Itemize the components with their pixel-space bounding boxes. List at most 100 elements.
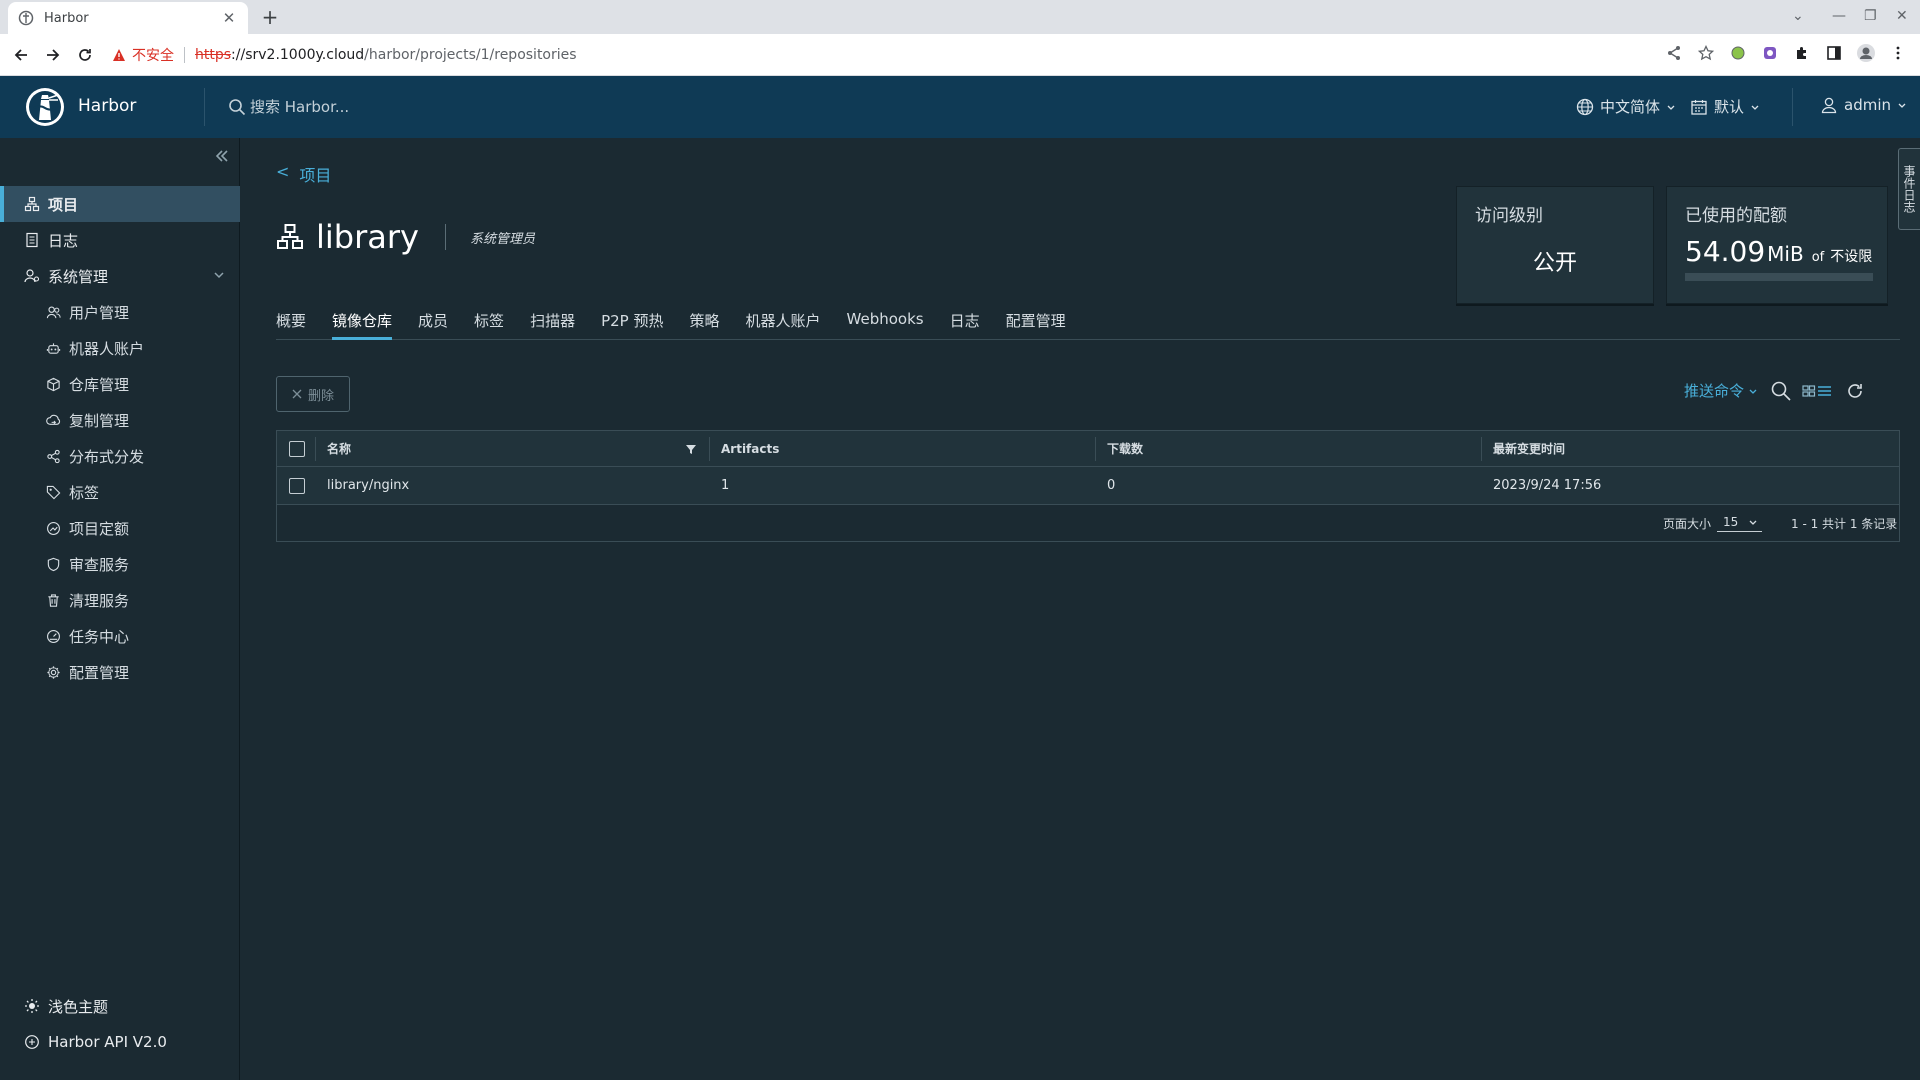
quota-icon — [47, 521, 60, 535]
tab-close-icon[interactable]: ✕ — [220, 9, 238, 27]
push-command-dropdown[interactable]: 推送命令 — [1684, 380, 1758, 401]
tab-members[interactable]: 成员 — [418, 304, 448, 339]
theme-toggle[interactable]: 浅色主题 — [0, 988, 240, 1024]
reload-icon[interactable] — [74, 44, 96, 66]
column-separator — [709, 437, 710, 461]
search-icon — [229, 98, 246, 115]
collapse-sidebar-icon[interactable] — [212, 146, 232, 166]
tab-policy[interactable]: 策略 — [689, 304, 719, 339]
tab-search-icon[interactable]: ⌄ — [1792, 8, 1804, 24]
title-divider — [444, 224, 446, 250]
tab-repositories[interactable]: 镜像仓库 — [332, 304, 393, 340]
tab-webhooks[interactable]: Webhooks — [847, 304, 924, 339]
event-log-side-tab[interactable]: 事件日志 — [1898, 148, 1920, 230]
filter-icon[interactable] — [685, 443, 697, 455]
tab-logs[interactable]: 日志 — [950, 304, 980, 339]
restore-icon[interactable]: ❐ — [1864, 8, 1877, 24]
refresh-icon[interactable] — [1844, 380, 1866, 402]
app-brand[interactable]: Harbor — [78, 96, 136, 116]
security-warning[interactable]: 不安全 — [112, 45, 174, 65]
sidebar-item-clean-up[interactable]: 清理服务 — [0, 582, 240, 618]
side-panel-icon[interactable] — [1824, 43, 1844, 63]
language-selector[interactable]: 中文简体 — [1576, 96, 1676, 117]
logs-icon — [26, 232, 38, 248]
sidebar-item-replications[interactable]: 复制管理 — [0, 402, 240, 438]
window-close-icon[interactable]: ✕ — [1896, 8, 1908, 24]
sidebar-nav: 项目 日志 系统管理 用户管理 机器人账户 仓库管理 复制管理 分布式分发 标签… — [0, 186, 240, 690]
table-footer: 页面大小 15 1 - 1 共计 1 条记录 — [277, 505, 1899, 542]
share-page-icon[interactable] — [1664, 43, 1684, 63]
project-role: 系统管理员 — [469, 231, 535, 247]
column-header-name[interactable]: 名称 — [327, 431, 351, 466]
search-input[interactable]: 搜索 Harbor... — [250, 96, 349, 117]
new-tab-button[interactable]: + — [258, 6, 282, 30]
repository-name-link[interactable]: library/nginx — [327, 467, 409, 504]
address-bar[interactable]: 不安全 https://srv2.1000y.cloud/harbor/proj… — [112, 39, 1672, 71]
sidebar-item-configuration[interactable]: 配置管理 — [0, 654, 240, 690]
minimize-icon[interactable]: — — [1832, 8, 1846, 24]
sidebar-item-distributions[interactable]: 分布式分发 — [0, 438, 240, 474]
select-all-checkbox[interactable] — [289, 431, 305, 466]
browser-menu-icon[interactable] — [1888, 43, 1908, 63]
extension-green-icon[interactable] — [1728, 43, 1748, 63]
sidebar: 项目 日志 系统管理 用户管理 机器人账户 仓库管理 复制管理 分布式分发 标签… — [0, 138, 240, 1080]
sidebar-item-projects[interactable]: 项目 — [0, 186, 240, 222]
toolbar-icons — [1664, 43, 1908, 63]
delete-button[interactable]: 删除 — [276, 376, 350, 412]
sidebar-item-robot-accounts[interactable]: 机器人账户 — [0, 330, 240, 366]
sidebar-item-project-quotas[interactable]: 项目定额 — [0, 510, 240, 546]
project-title: library 系统管理员 — [276, 218, 535, 256]
tab-scanner[interactable]: 扫描器 — [530, 304, 575, 339]
column-header-updated[interactable]: 最新变更时间 — [1493, 431, 1565, 466]
datetime-format-selector[interactable]: 默认 — [1690, 96, 1760, 117]
tab-p2p-preheat[interactable]: P2P 预热 — [601, 304, 663, 339]
user-icon — [1821, 97, 1837, 114]
harbor-logo-icon[interactable] — [24, 86, 66, 128]
sidebar-item-administration[interactable]: 系统管理 — [0, 258, 240, 294]
extensions-puzzle-icon[interactable] — [1792, 43, 1812, 63]
extension-purple-icon[interactable] — [1760, 43, 1780, 63]
user-menu[interactable]: admin — [1820, 96, 1907, 114]
calendar-icon — [1691, 99, 1707, 115]
grid-list-toggle-icon[interactable] — [1802, 380, 1834, 402]
sun-icon — [25, 999, 39, 1013]
global-search[interactable]: 搜索 Harbor... — [228, 96, 349, 117]
tab-summary[interactable]: 概要 — [276, 304, 306, 339]
table-row[interactable]: library/nginx 1 0 2023/9/24 17:56 — [277, 467, 1899, 505]
sidebar-item-users[interactable]: 用户管理 — [0, 294, 240, 330]
column-separator — [1481, 437, 1482, 461]
breadcrumb-back[interactable]: < 项目 — [276, 162, 331, 186]
bookmark-star-icon[interactable] — [1696, 43, 1716, 63]
row-checkbox[interactable] — [289, 467, 305, 504]
forward-arrow-icon[interactable] — [42, 44, 64, 66]
browser-tab[interactable]: Harbor ✕ — [8, 2, 248, 34]
tab-robot-accounts[interactable]: 机器人账户 — [746, 304, 821, 339]
sidebar-item-logs[interactable]: 日志 — [0, 222, 240, 258]
search-icon[interactable] — [1770, 380, 1792, 402]
sidebar-subitem-label: 任务中心 — [69, 627, 130, 646]
tab-labels[interactable]: 标签 — [474, 304, 504, 339]
sidebar-item-registries[interactable]: 仓库管理 — [0, 366, 240, 402]
page-size-select[interactable]: 15 — [1717, 515, 1763, 532]
tab-configuration[interactable]: 配置管理 — [1006, 304, 1066, 339]
sidebar-item-interrogation[interactable]: 审查服务 — [0, 546, 240, 582]
chevron-down-icon — [1667, 105, 1675, 110]
datetime-format-label: 默认 — [1714, 98, 1745, 116]
column-header-pulls[interactable]: 下载数 — [1107, 431, 1143, 466]
sidebar-item-labels[interactable]: 标签 — [0, 474, 240, 510]
shield-icon — [47, 557, 60, 571]
access-level-value: 公开 — [1532, 251, 1577, 276]
sidebar-footer: 浅色主题 Harbor API V2.0 — [0, 988, 240, 1060]
sidebar-subitem-label: 机器人账户 — [69, 339, 145, 358]
url-host: ://srv2.1000y.cloud — [231, 47, 365, 63]
close-icon — [292, 389, 302, 399]
url-scheme: https — [195, 47, 232, 63]
column-header-artifacts[interactable]: Artifacts — [721, 431, 779, 466]
main-content: < 项目 library 系统管理员 访问级别 公开 已使用的配额 54.09 … — [240, 138, 1920, 1080]
quota-card: 已使用的配额 54.09 MiB of 不设限 — [1666, 186, 1888, 304]
sidebar-subitem-label: 清理服务 — [69, 591, 130, 610]
api-explorer-link[interactable]: Harbor API V2.0 — [0, 1024, 240, 1060]
profile-avatar-icon[interactable] — [1856, 43, 1876, 63]
back-arrow-icon[interactable] — [10, 44, 32, 66]
sidebar-item-job-service[interactable]: 任务中心 — [0, 618, 240, 654]
